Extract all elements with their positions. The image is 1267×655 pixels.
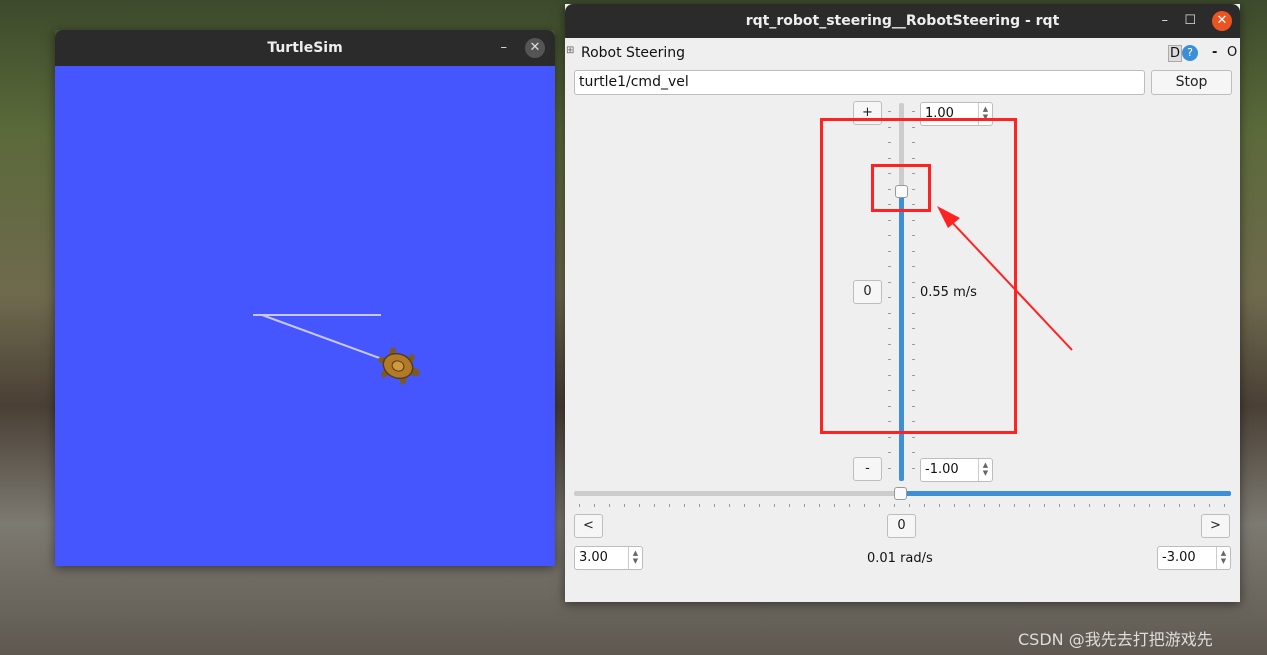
watermark: CSDN @我先去打把游戏先 [1018, 630, 1213, 649]
annotation-arrow-icon [937, 206, 1073, 351]
